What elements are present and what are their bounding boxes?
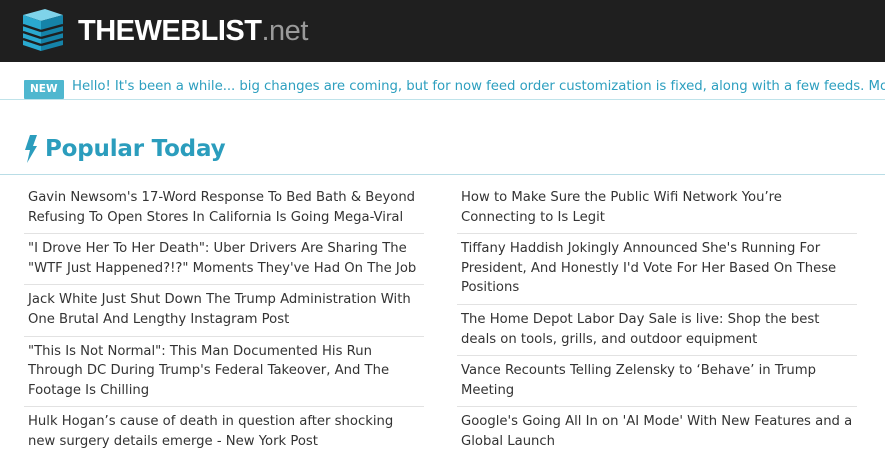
popular-today-header: Popular Today (0, 133, 885, 175)
news-link[interactable]: Tiffany Haddish Jokingly Announced She's… (457, 234, 857, 305)
news-link[interactable]: How to Make Sure the Public Wifi Network… (457, 183, 857, 235)
left-news-column: Gavin Newsom's 17-Word Response To Bed B… (24, 183, 424, 451)
announcement-bar: NEW Hello! It's been a while... big chan… (0, 66, 885, 100)
announcement-text[interactable]: Hello! It's been a while... big changes … (72, 79, 885, 94)
right-news-column: How to Make Sure the Public Wifi Network… (457, 183, 857, 451)
news-link[interactable]: Vance Recounts Telling Zelensky to ‘Beha… (457, 356, 857, 408)
logo-main-text: THEWEBLIST (78, 15, 262, 47)
lightning-bolt-icon (25, 135, 37, 163)
news-link[interactable]: "This Is Not Normal": This Man Documente… (24, 337, 424, 408)
news-link[interactable]: Jack White Just Shut Down The Trump Admi… (24, 285, 424, 337)
news-link[interactable]: "I Drove Her To Her Death": Uber Drivers… (24, 234, 424, 286)
server-stack-icon[interactable] (19, 9, 65, 53)
news-link[interactable]: The Home Depot Labor Day Sale is live: S… (457, 305, 857, 357)
news-link[interactable]: Gavin Newsom's 17-Word Response To Bed B… (24, 183, 424, 235)
news-link[interactable]: Hulk Hogan’s cause of death in question … (24, 407, 424, 451)
section-title: Popular Today (45, 136, 226, 162)
site-logo[interactable]: THEWEBLIST.net (78, 14, 308, 48)
site-header: THEWEBLIST.net (0, 0, 885, 62)
new-badge: NEW (24, 80, 64, 99)
logo-suffix-text: .net (261, 15, 309, 47)
news-link[interactable]: Google's Going All In on 'AI Mode' With … (457, 407, 857, 451)
